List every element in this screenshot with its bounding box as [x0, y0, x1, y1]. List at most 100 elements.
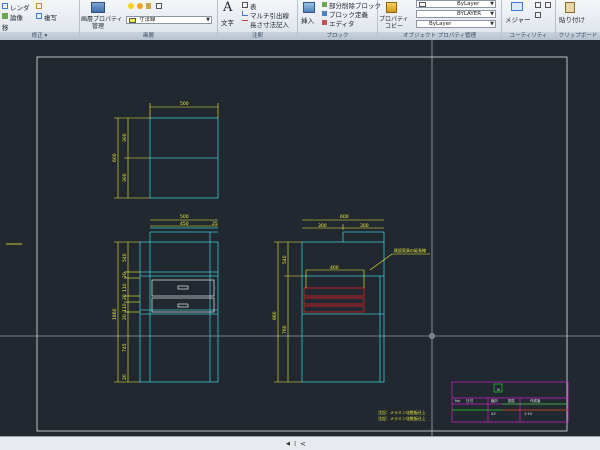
- annotation-group: A 文字 表 マルチ引出線 長さ寸法記入 注釈: [218, 0, 298, 40]
- lock-icon[interactable]: [146, 3, 151, 9]
- layers-group-title[interactable]: 画層: [80, 32, 217, 40]
- lineweight-value: BYLAYER: [457, 11, 482, 17]
- block-group: 挿入 部分削除ブロック ブロック定義 エディタ ブロック: [298, 0, 381, 40]
- side-view: [301, 231, 385, 383]
- sun-icon[interactable]: [137, 3, 143, 9]
- current-layer-dropdown[interactable]: 寸法線 ▼: [126, 16, 212, 24]
- color-dropdown[interactable]: ByLayer ▼: [416, 0, 496, 8]
- table-icon[interactable]: [242, 2, 248, 8]
- modify-item-3[interactable]: 移: [2, 22, 9, 32]
- clipboard-group-title[interactable]: クリップボード: [556, 32, 600, 40]
- tab-nav-separator: ⁞: [294, 440, 297, 448]
- drawing-canvas[interactable]: 500 600 300 300 500 450 25 1860 540 20 1…: [0, 40, 600, 436]
- tb-row1-0: No.: [455, 399, 461, 403]
- linear-dim-icon[interactable]: [242, 20, 248, 25]
- modify-group-title[interactable]: 修正 ▾: [0, 32, 79, 40]
- calculator-icon[interactable]: [535, 2, 541, 8]
- top-view-dim-upper: 300: [122, 133, 128, 142]
- tab-nav-next[interactable]: <: [300, 439, 306, 449]
- chevron-down-icon: ▼: [490, 1, 494, 7]
- side-top-dim-1: 300: [318, 223, 327, 229]
- front-height-dim-3: 20: [122, 294, 128, 300]
- clip-block-icon[interactable]: [322, 2, 327, 7]
- side-top-dim-0: 600: [340, 214, 349, 220]
- layers-group: 画層プロパティ 管理 寸法線 ▼ 画層: [80, 0, 218, 40]
- color-value: ByLayer: [457, 1, 480, 7]
- note-line-1: 注記：メラミン化粧板仕上: [378, 409, 426, 415]
- move-icon[interactable]: [36, 3, 42, 9]
- paste-button[interactable]: 貼り付け: [559, 14, 585, 24]
- note-line-2: 注記：メラミン化粧板仕上: [378, 415, 426, 421]
- block-editor-icon[interactable]: [322, 20, 327, 25]
- linetype-dropdown[interactable]: ByLayer ▼: [416, 20, 496, 28]
- front-height-dim-1: 20: [122, 272, 128, 278]
- chevron-down-icon: ▼: [206, 17, 210, 23]
- insert-button[interactable]: 挿入: [301, 15, 314, 25]
- layer-state-icon[interactable]: [156, 3, 162, 9]
- utilities-group: メジャー ユーティリティ: [502, 0, 556, 40]
- quick-select-icon[interactable]: [545, 2, 551, 8]
- layer-properties-icon[interactable]: [91, 2, 105, 13]
- modify-group: レンダ 論像 複写 移 修正 ▾: [0, 0, 80, 40]
- front-height-dim-5: 20: [122, 314, 128, 320]
- front-height-dim-6: 745: [122, 343, 128, 352]
- tb-row1-3: 図名: [508, 398, 515, 403]
- front-height-total: 1860: [112, 308, 118, 320]
- top-view-width-dim: 500: [180, 101, 189, 107]
- side-note: 既設家具の延長線: [394, 247, 426, 253]
- front-view-dims: [114, 219, 218, 383]
- linetype-value: ByLayer: [429, 21, 452, 27]
- tb-row2-2: 1:10: [524, 412, 532, 416]
- layer-properties-label-2[interactable]: 管理: [92, 21, 104, 30]
- block-define-icon[interactable]: [322, 11, 327, 16]
- block-group-title[interactable]: ブロック: [298, 32, 377, 40]
- measure-icon[interactable]: [511, 2, 523, 11]
- match-properties-label-2[interactable]: コピー: [385, 21, 403, 30]
- side-top-dim-2: 300: [360, 223, 369, 229]
- chevron-down-icon: ▼: [490, 11, 494, 17]
- front-height-dim-0: 540: [122, 253, 128, 262]
- linear-dim-button[interactable]: 長さ寸法記入: [250, 19, 289, 29]
- modify-item-0[interactable]: レンダ: [10, 2, 30, 12]
- properties-group-title[interactable]: オブジェクト プロパティ管理: [378, 32, 501, 40]
- id-point-icon[interactable]: [535, 12, 541, 18]
- text-icon[interactable]: A: [223, 0, 232, 15]
- tb-row2-0: N: [497, 388, 500, 392]
- layer-color-swatch: [129, 18, 136, 23]
- side-view-dims: [274, 219, 430, 383]
- tb-row1-4: 作成者: [530, 398, 541, 403]
- block-item-2[interactable]: エディタ: [329, 18, 355, 28]
- modify-item-2[interactable]: 複写: [44, 12, 57, 22]
- current-layer-value: 寸法線: [139, 17, 156, 23]
- top-view: [149, 117, 219, 199]
- multileader-icon[interactable]: [242, 11, 248, 16]
- modify-item-1[interactable]: 論像: [10, 12, 23, 22]
- copy-icon[interactable]: [36, 13, 42, 19]
- front-height-dim-4: 110: [122, 303, 128, 312]
- utilities-group-title[interactable]: ユーティリティ: [502, 32, 555, 40]
- side-height-total: 860: [272, 311, 278, 320]
- side-inner-dim: 400: [330, 265, 339, 271]
- insert-icon[interactable]: [303, 2, 315, 13]
- layout-tab-bar: ◀ ⁞ <: [0, 436, 600, 450]
- tb-row1-1: 日付: [466, 398, 474, 403]
- tab-nav-prev[interactable]: ◀: [286, 439, 290, 449]
- tb-row1-2: 縮尺: [491, 398, 499, 403]
- text-button[interactable]: 文字: [221, 17, 234, 27]
- annotation-group-title[interactable]: 注釈: [218, 32, 297, 40]
- bulb-icon[interactable]: [128, 3, 134, 9]
- array-icon[interactable]: [2, 3, 8, 9]
- clipboard-group: 貼り付け クリップボード: [556, 0, 600, 40]
- chevron-down-icon: ▼: [490, 21, 494, 27]
- top-view-dims: [114, 103, 219, 199]
- match-properties-icon[interactable]: [386, 2, 397, 13]
- paste-icon[interactable]: [565, 2, 575, 13]
- color-swatch: [419, 2, 426, 7]
- front-height-dim-7: 20: [122, 374, 128, 380]
- front-top-dim-1: 450: [180, 221, 189, 227]
- front-drawers: [151, 279, 215, 313]
- measure-button[interactable]: メジャー: [505, 14, 531, 24]
- top-view-dim-lower: 300: [122, 173, 128, 182]
- lineweight-dropdown[interactable]: BYLAYER ▼: [416, 10, 496, 18]
- mirror-icon[interactable]: [2, 13, 8, 19]
